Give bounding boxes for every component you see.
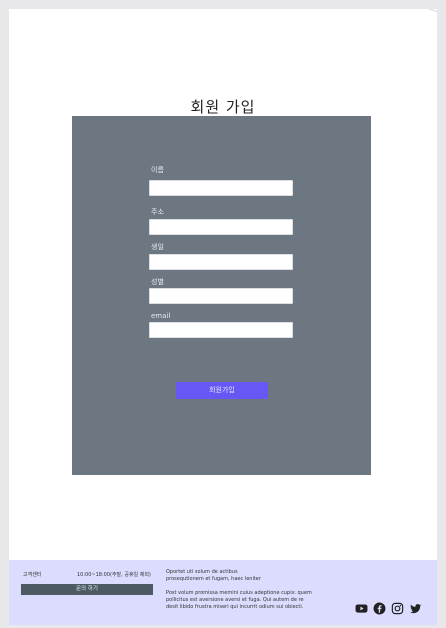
- footer-description-2: Post volum promissa memini cuius adeptio…: [166, 590, 326, 611]
- facebook-icon[interactable]: [373, 602, 386, 615]
- instagram-icon[interactable]: [391, 602, 404, 615]
- page: 회원 가입 이름 주소 생일 성별 email 회원가입 고객센터 10:00~…: [0, 0, 446, 628]
- footer-description-1-line-2: prosequtionem et fugam, haec leniter: [166, 576, 261, 582]
- email-label: email: [151, 312, 171, 320]
- name-label: 이름: [151, 166, 164, 174]
- birthday-label: 생일: [151, 243, 164, 251]
- footer-description-1: Oportet uti solum de actibus proseqution…: [166, 569, 326, 583]
- page-curl-decoration: [377, 9, 437, 29]
- signup-page: 회원 가입 이름 주소 생일 성별 email 회원가입 고객센터 10:00~…: [9, 9, 437, 625]
- footer-description-2-line-3: desit libido frustra miseri qui incurrit…: [166, 604, 304, 610]
- page-title: 회원 가입: [190, 98, 256, 116]
- gender-input[interactable]: [149, 288, 293, 304]
- twitter-icon[interactable]: [409, 602, 422, 615]
- email-input[interactable]: [149, 322, 293, 338]
- footer-description-2-line-2: pollicitus est aversione aversi et fuga.…: [166, 597, 304, 603]
- footer: 고객센터 10:00~18:00(주말, 공휴일 제외) 문의 하기 Oport…: [9, 560, 437, 625]
- support-hours: 10:00~18:00(주말, 공휴일 제외): [77, 572, 151, 578]
- address-label: 주소: [151, 208, 164, 216]
- social-links: [355, 602, 422, 615]
- gender-label: 성별: [151, 278, 164, 286]
- birthday-input[interactable]: [149, 254, 293, 270]
- name-input[interactable]: [149, 180, 293, 196]
- signup-form: 이름 주소 생일 성별 email 회원가입: [72, 116, 371, 475]
- footer-description-1-line-1: Oportet uti solum de actibus: [166, 569, 238, 575]
- support-center-label: 고객센터: [23, 572, 42, 578]
- youtube-icon[interactable]: [355, 602, 368, 615]
- address-input[interactable]: [149, 219, 293, 235]
- signup-submit-button[interactable]: 회원가입: [176, 382, 268, 399]
- footer-description-2-line-1: Post volum promissa memini cuius adeptio…: [166, 590, 312, 596]
- inquiry-button[interactable]: 문의 하기: [21, 584, 153, 595]
